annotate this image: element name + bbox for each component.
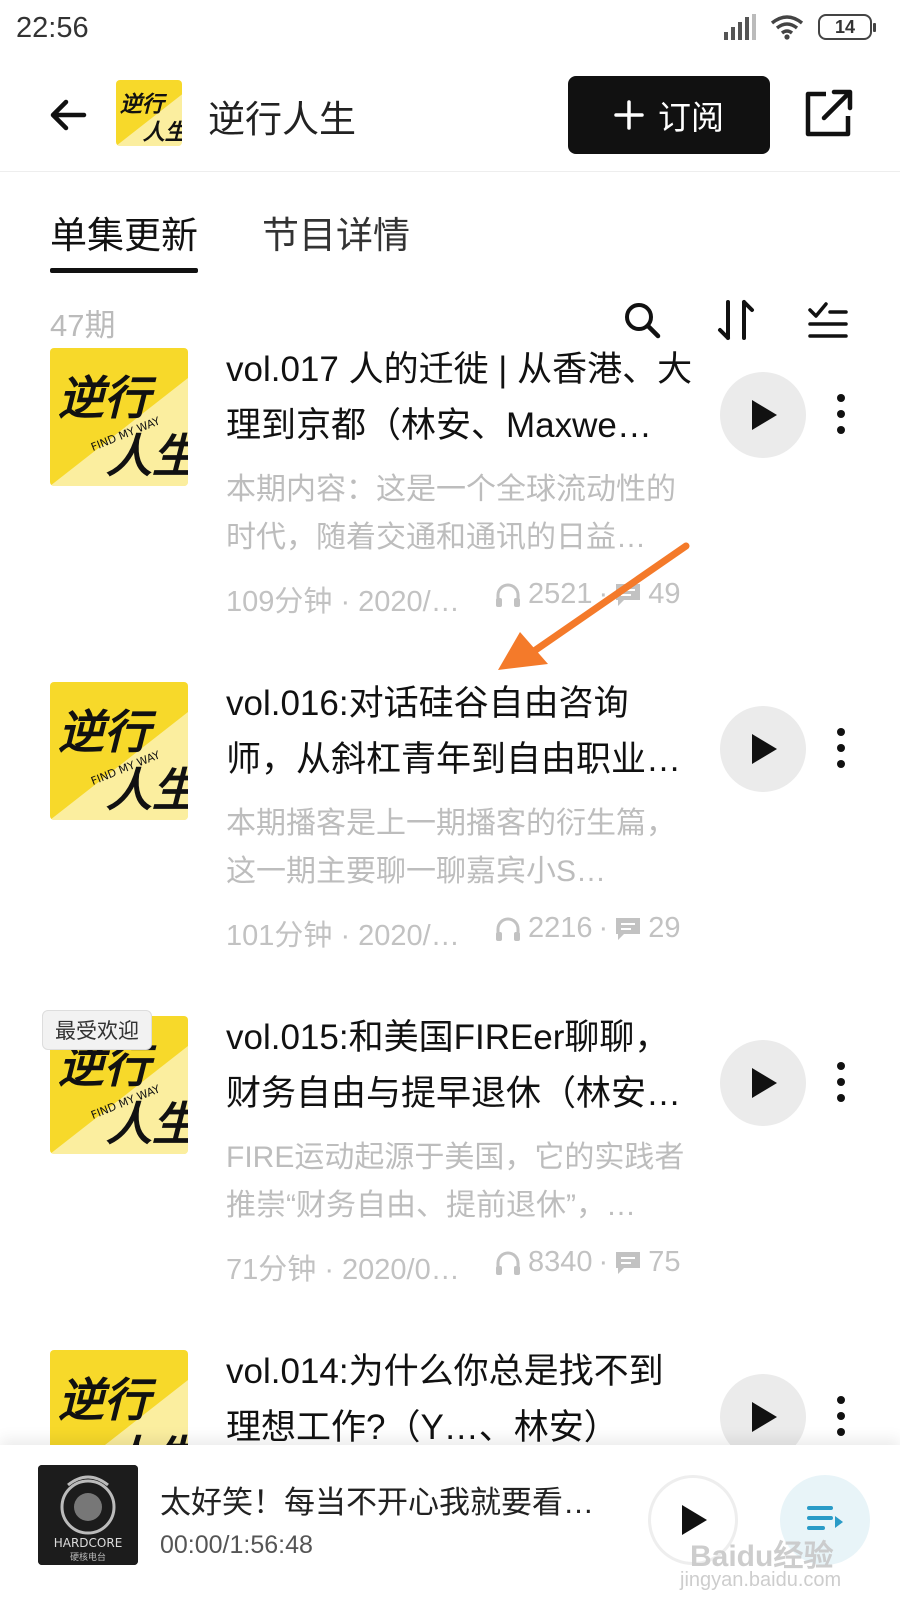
episode-title: vol.015:和美国FIREer聊聊，财务自由与提早退休（林安… xyxy=(226,1018,682,1113)
headphones-icon xyxy=(496,1251,520,1275)
svg-text:人生: 人生 xyxy=(106,1431,188,1445)
play-icon xyxy=(752,400,777,430)
comment-icon xyxy=(616,1251,641,1274)
episode-item[interactable]: 逆行 人生 FIND MY WAY vol.017 人的迁徙 | 从香港、大理到… xyxy=(0,348,900,678)
episode-cover: 逆行 人生 FIND MY WAY xyxy=(50,348,188,486)
share-icon[interactable] xyxy=(802,86,856,140)
playback-time: 00:00/1:56:48 xyxy=(160,1531,313,1559)
more-options-icon[interactable] xyxy=(836,392,846,436)
subscribe-button[interactable]: 订阅 xyxy=(568,76,770,154)
svg-text:人生: 人生 xyxy=(143,120,182,145)
more-options-icon[interactable] xyxy=(836,726,846,770)
episode-duration-date: 101分钟 · 2020/… xyxy=(226,920,460,952)
episode-duration-date: 71分钟 · 2020/0… xyxy=(226,1254,460,1286)
wifi-icon xyxy=(770,15,804,40)
play-button[interactable] xyxy=(720,372,806,458)
episode-cover: 逆行 人生 xyxy=(50,1350,188,1445)
play-count: 8340 xyxy=(528,1246,593,1278)
play-count: 2216 xyxy=(528,912,593,944)
comment-count: 29 xyxy=(648,912,681,944)
search-icon[interactable] xyxy=(620,298,664,342)
play-icon xyxy=(752,734,777,764)
play-icon xyxy=(752,1068,777,1098)
mini-player[interactable]: HARDCORE 硬核电台 太好笑！每当不开心我就要看… 00:00/1:56:… xyxy=(0,1445,900,1600)
signal-icon xyxy=(724,14,756,40)
svg-text:HARDCORE: HARDCORE xyxy=(54,1536,123,1550)
headphones-icon xyxy=(496,917,520,941)
episode-title: vol.017 人的迁徙 | 从香港、大理到京都（林安、Maxwe… xyxy=(226,350,693,445)
tab-details[interactable]: 节目详情 xyxy=(262,205,410,273)
more-options-icon[interactable] xyxy=(836,1060,846,1104)
episode-cover: 逆行 人生 FIND MY WAY xyxy=(50,682,188,820)
comment-count: 75 xyxy=(648,1246,681,1278)
svg-text:逆行: 逆行 xyxy=(58,705,157,759)
play-button[interactable] xyxy=(720,1374,806,1445)
more-options-icon[interactable] xyxy=(836,1394,846,1438)
comment-icon xyxy=(616,917,641,940)
episode-duration-date: 109分钟 · 2020/… xyxy=(226,586,460,618)
watermark-url: jingyan.baidu.com xyxy=(680,1569,842,1591)
battery-indicator: 14 xyxy=(818,14,876,40)
episode-description: FIRE运动起源于美国，它的实践者推崇“财务自由、提前退休”，… xyxy=(226,1141,685,1222)
svg-text:逆行: 逆行 xyxy=(58,1373,157,1427)
episode-item[interactable]: 逆行 人生 FIND MY WAY vol.016:对话硅谷自由咨询师，从斜杠青… xyxy=(0,682,900,1012)
plus-icon xyxy=(614,100,644,130)
episode-toolbar: 47期 xyxy=(0,290,900,350)
status-time: 22:56 xyxy=(16,12,89,44)
back-arrow-icon[interactable] xyxy=(44,90,94,140)
sort-icon[interactable] xyxy=(714,298,758,342)
now-playing-cover: HARDCORE 硬核电台 xyxy=(38,1465,138,1565)
episode-item[interactable]: 逆行 人生 vol.014:为什么你总是找不到理想工作?（Y…、林安） xyxy=(0,1350,900,1445)
tab-episodes[interactable]: 单集更新 xyxy=(50,205,198,273)
svg-text:硬核电台: 硬核电台 xyxy=(70,1551,106,1563)
status-icons: 14 xyxy=(724,14,876,40)
episode-title: vol.016:对话硅谷自由咨询师，从斜杠青年到自由职业… xyxy=(226,684,682,779)
podcast-cover: 逆行 人生 xyxy=(116,80,182,146)
podcast-title: 逆行人生 xyxy=(208,99,356,140)
episode-item[interactable]: 逆行 人生 FIND MY WAY 最受欢迎 vol.015:和美国FIREer… xyxy=(0,1010,900,1346)
play-button[interactable] xyxy=(720,706,806,792)
tab-bar: 单集更新 节目详情 xyxy=(50,205,410,273)
episode-title: vol.014:为什么你总是找不到理想工作?（Y…、林安） xyxy=(226,1352,664,1445)
now-playing-title: 太好笑！每当不开心我就要看… xyxy=(160,1485,594,1520)
header: 逆行 人生 逆行人生 订阅 xyxy=(0,62,900,172)
episode-count: 47期 xyxy=(50,308,116,343)
annotation-arrow xyxy=(498,542,690,670)
subscribe-label: 订阅 xyxy=(658,99,724,136)
popular-badge: 最受欢迎 xyxy=(42,1010,152,1050)
play-button[interactable] xyxy=(720,1040,806,1126)
batch-select-icon[interactable] xyxy=(806,298,850,342)
status-bar: 22:56 14 xyxy=(0,0,900,62)
episode-description: 本期播客是上一期播客的衍生篇，这一期主要聊一聊嘉宾小S… xyxy=(226,807,676,888)
svg-text:逆行: 逆行 xyxy=(58,371,157,425)
svg-text:逆行: 逆行 xyxy=(120,92,168,118)
play-icon xyxy=(752,1402,777,1432)
